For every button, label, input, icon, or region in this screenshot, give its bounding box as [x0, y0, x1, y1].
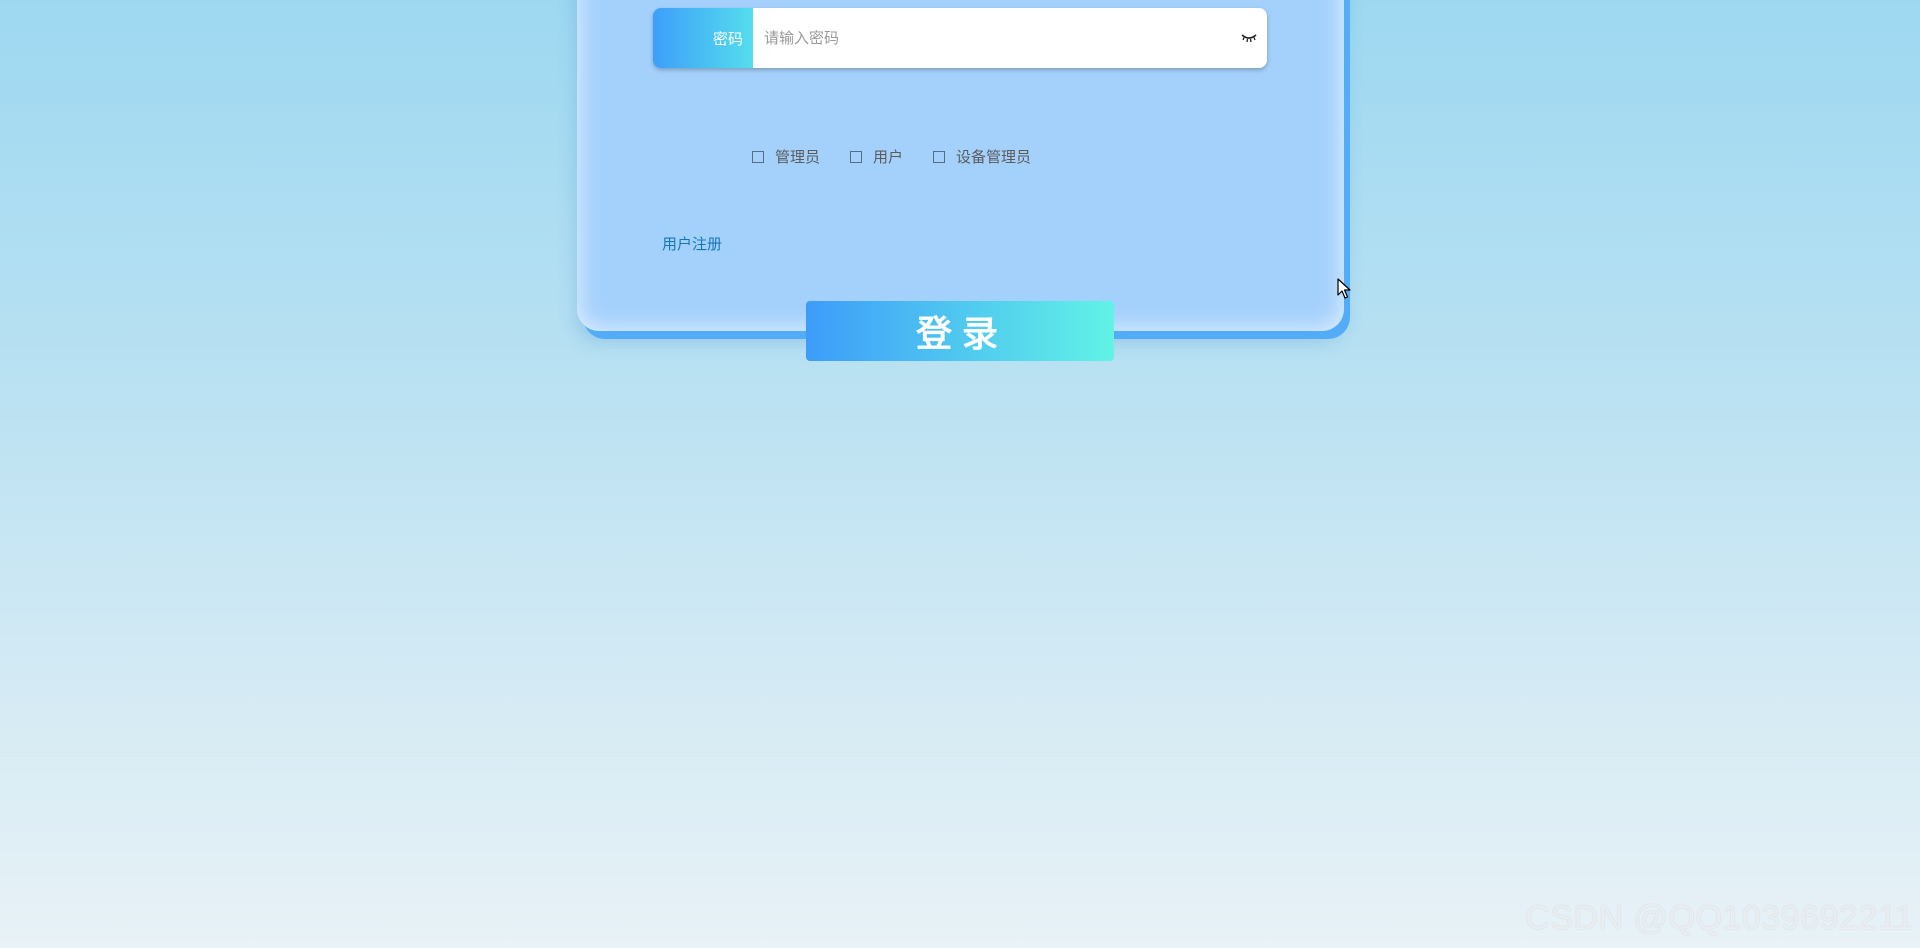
register-link[interactable]: 用户注册 [662, 233, 722, 254]
role-option-user[interactable]: 用户 [850, 146, 903, 167]
login-button[interactable]: 登录 [806, 301, 1114, 361]
role-label-admin: 管理员 [775, 148, 821, 166]
role-option-device-admin[interactable]: 设备管理员 [933, 146, 1031, 167]
eye-closed-icon[interactable] [1240, 32, 1258, 44]
password-row: 密码 [653, 8, 1267, 68]
role-label-device-admin: 设备管理员 [956, 148, 1032, 166]
role-checkbox-admin[interactable] [752, 150, 764, 163]
role-option-admin[interactable]: 管理员 [752, 146, 820, 167]
role-checkbox-user[interactable] [850, 150, 863, 163]
role-label-user: 用户 [873, 148, 904, 166]
role-selector: 管理员 用户 设备管理员 [752, 146, 1031, 167]
watermark: CSDN @QQ1039692211 [1525, 899, 1914, 937]
mouse-cursor-icon [1337, 278, 1351, 299]
role-checkbox-device-admin[interactable] [933, 150, 946, 163]
password-input-wrap [753, 8, 1267, 68]
password-input[interactable] [753, 8, 1267, 68]
password-label: 密码 [653, 8, 753, 68]
